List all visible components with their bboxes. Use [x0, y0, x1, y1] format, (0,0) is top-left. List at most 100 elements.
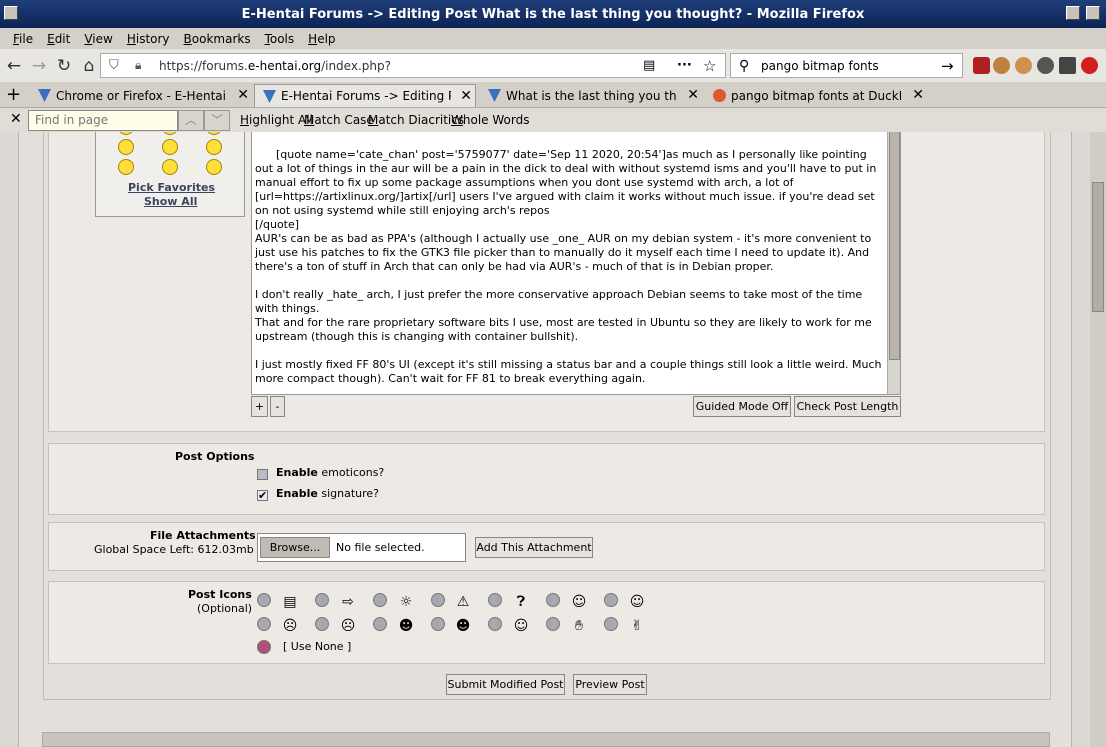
preview-post-button[interactable]: Preview Post	[573, 674, 647, 695]
textarea-scroll-thumb[interactable]	[889, 132, 900, 360]
tab-last-thing-thought[interactable]: What is the last thing you thought? ✕	[480, 84, 702, 107]
post-icon-radio[interactable]	[431, 593, 445, 607]
menu-history[interactable]: History	[120, 32, 177, 46]
match-diacritics-option[interactable]: Match Diacritics	[368, 113, 464, 127]
bookmark-star-icon[interactable]: ☆	[703, 57, 716, 75]
textarea-scrollbar[interactable]	[887, 132, 900, 394]
enlarge-textarea-button[interactable]: +	[251, 396, 268, 417]
post-icon-radio[interactable]	[546, 617, 560, 631]
emoticon-icon[interactable]	[162, 139, 178, 155]
next-section-bar	[42, 732, 1050, 747]
submit-modified-post-button[interactable]: Submit Modified Post	[446, 674, 565, 695]
file-input[interactable]: Browse... No file selected.	[257, 533, 466, 562]
menu-edit[interactable]: Edit	[40, 32, 77, 46]
reader-view-icon[interactable]: ▤	[643, 58, 655, 73]
post-icon-radio[interactable]	[315, 593, 329, 607]
emoticon-icon[interactable]	[162, 132, 178, 135]
find-previous-icon[interactable]: ︿	[178, 110, 204, 131]
reload-icon[interactable]: ↻	[53, 55, 75, 77]
whole-words-option[interactable]: Whole Words	[451, 113, 529, 127]
close-findbar-icon[interactable]: ✕	[10, 111, 22, 127]
use-none-radio[interactable]	[257, 640, 271, 654]
cookie-icon[interactable]	[993, 57, 1010, 74]
add-attachment-button[interactable]: Add This Attachment	[475, 537, 593, 558]
close-tab-icon[interactable]: ✕	[237, 87, 249, 103]
lock-icon[interactable]: 🔒︎	[135, 58, 141, 73]
use-none-label: [ Use None ]	[283, 640, 352, 653]
question-icon: ❓︎	[516, 594, 526, 610]
menu-bookmarks[interactable]: Bookmarks	[177, 32, 258, 46]
tab-label: Chrome or Firefox - E-Hentai Forum	[56, 88, 226, 103]
new-tab-icon[interactable]: +	[6, 84, 21, 105]
tab-chrome-or-firefox[interactable]: Chrome or Firefox - E-Hentai Forum ✕	[30, 84, 252, 107]
post-icon-radio[interactable]	[604, 593, 618, 607]
emoticon-icon[interactable]	[162, 159, 178, 175]
menu-tools[interactable]: Tools	[258, 32, 302, 46]
emoticon-icon[interactable]	[206, 132, 222, 135]
menu-view[interactable]: View	[77, 32, 119, 46]
search-go-icon[interactable]: →	[941, 57, 954, 75]
search-bar[interactable]: ⚲ pango bitmap fonts →	[730, 53, 963, 78]
guided-mode-button[interactable]: Guided Mode Off	[693, 396, 791, 417]
post-icon-radio[interactable]	[604, 617, 618, 631]
check-post-length-button[interactable]: Check Post Length	[794, 396, 901, 417]
menu-help[interactable]: Help	[301, 32, 342, 46]
extension-icon[interactable]	[1015, 57, 1032, 74]
post-options-panel: Post Options Enable emoticons? ✔ Enable …	[48, 443, 1045, 515]
forum-favicon-icon	[488, 89, 501, 102]
emoticon-icon[interactable]	[206, 139, 222, 155]
close-tab-icon[interactable]: ✕	[460, 88, 472, 104]
match-case-option[interactable]: Match Case	[304, 113, 374, 127]
post-icon-radio[interactable]	[257, 593, 271, 607]
tab-editing-post[interactable]: E-Hentai Forums -> Editing Post W ✕	[254, 84, 476, 107]
emoticon-icon[interactable]	[118, 132, 134, 135]
post-icon-radio[interactable]	[431, 617, 445, 631]
window-menu-button[interactable]	[4, 6, 18, 20]
highlight-all-option[interactable]: Highlight All	[240, 113, 313, 127]
show-all-link[interactable]: Show All	[144, 195, 197, 208]
find-input[interactable]: Find in page	[28, 110, 178, 131]
post-icon-radio[interactable]	[546, 593, 560, 607]
post-icon-radio[interactable]	[257, 617, 271, 631]
post-icon-radio[interactable]	[373, 593, 387, 607]
s-extension-icon[interactable]	[1081, 57, 1098, 74]
find-next-icon[interactable]: ﹀	[204, 110, 230, 131]
signature-checkbox[interactable]: ✔	[257, 490, 268, 501]
arrow-icon: ⇨	[342, 594, 354, 610]
forward-icon[interactable]: →	[28, 55, 50, 77]
search-icon: ⚲	[739, 57, 750, 74]
emoticons-checkbox[interactable]	[257, 469, 268, 480]
page-actions-icon[interactable]: ···	[677, 58, 692, 73]
page-scroll-thumb[interactable]	[1092, 182, 1104, 312]
emoticon-icon[interactable]	[118, 139, 134, 155]
post-icon-radio[interactable]	[373, 617, 387, 631]
menu-file[interactable]: File	[6, 32, 40, 46]
post-textarea[interactable]: [quote name='cate_chan' post='5759077' d…	[251, 132, 901, 395]
minimize-button[interactable]	[1066, 6, 1080, 20]
search-input[interactable]: pango bitmap fonts	[761, 59, 879, 73]
home-icon[interactable]: ⌂	[78, 55, 100, 77]
shield-icon[interactable]: ⛉	[109, 58, 119, 73]
emoticon-icon[interactable]	[206, 159, 222, 175]
close-tab-icon[interactable]: ✕	[912, 87, 924, 103]
post-icon-radio[interactable]	[488, 617, 502, 631]
back-icon[interactable]: ←	[3, 55, 25, 77]
pick-favorites-link[interactable]: Pick Favorites	[128, 181, 215, 194]
post-icon-radio[interactable]	[315, 617, 329, 631]
forum-favicon-icon	[38, 89, 51, 102]
shrink-textarea-button[interactable]: -	[270, 396, 285, 417]
maximize-button[interactable]	[1086, 6, 1100, 20]
cool-face-icon: ☺	[571, 594, 587, 610]
url-text[interactable]: https://forums.e-hentai.org/index.php?	[159, 59, 391, 73]
browse-button[interactable]: Browse...	[260, 537, 330, 558]
page-scrollbar[interactable]	[1090, 132, 1106, 747]
post-icon-radio[interactable]	[488, 593, 502, 607]
emoticon-icon[interactable]	[118, 159, 134, 175]
wink-face-icon: ☺	[513, 618, 529, 634]
close-tab-icon[interactable]: ✕	[687, 87, 699, 103]
reader-icon[interactable]	[1059, 57, 1076, 74]
account-icon[interactable]	[1037, 57, 1054, 74]
url-bar[interactable]: ⛉ 🔒︎ https://forums.e-hentai.org/index.p…	[100, 53, 726, 78]
tab-duckduckgo[interactable]: pango bitmap fonts at DuckDuckGo ✕	[705, 84, 927, 107]
ublock-icon[interactable]	[973, 57, 990, 74]
